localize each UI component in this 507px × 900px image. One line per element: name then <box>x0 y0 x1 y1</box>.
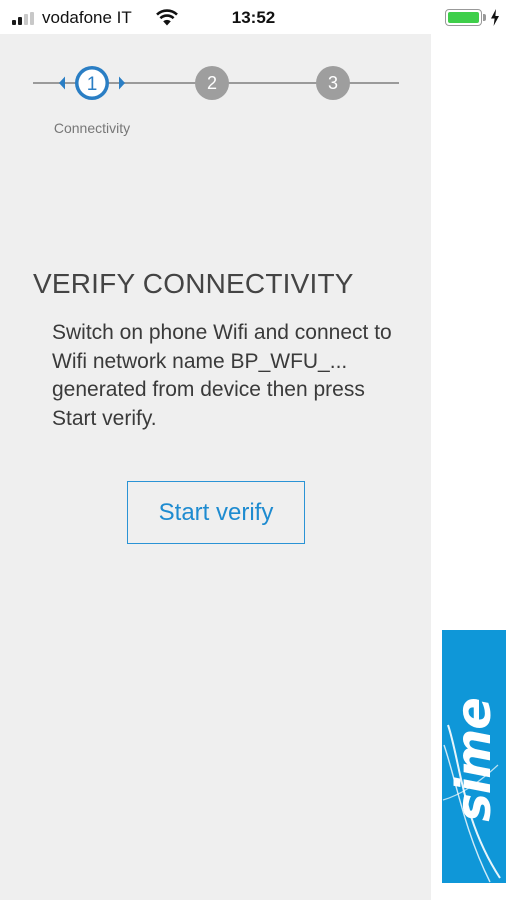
page-title: VERIFY CONNECTIVITY <box>33 268 354 299</box>
step-1-number: 1 <box>87 74 98 95</box>
charging-bolt-icon <box>491 9 499 26</box>
brand-logo: sime <box>442 630 506 883</box>
brand-logo-text: sime <box>446 698 502 822</box>
step-2-circle[interactable]: 2 <box>195 66 229 100</box>
status-bar: vodafone IT 13:52 <box>0 0 507 34</box>
status-time: 13:52 <box>231 8 276 27</box>
step-3-circle[interactable]: 3 <box>316 66 350 100</box>
step-1-label: Connectivity <box>53 120 131 136</box>
battery-tip <box>483 14 486 21</box>
start-verify-button[interactable]: Start verify <box>127 481 305 544</box>
step-1-active[interactable]: 1 <box>56 64 128 102</box>
battery-icon <box>445 9 482 26</box>
main-panel: 1 2 3 Connectivity VERIFY CONNECTIVITY S… <box>0 34 431 900</box>
instructions-text: Switch on phone Wifi and connect to Wifi… <box>52 321 392 430</box>
progress-stepper: 1 2 3 Connectivity <box>0 34 431 144</box>
